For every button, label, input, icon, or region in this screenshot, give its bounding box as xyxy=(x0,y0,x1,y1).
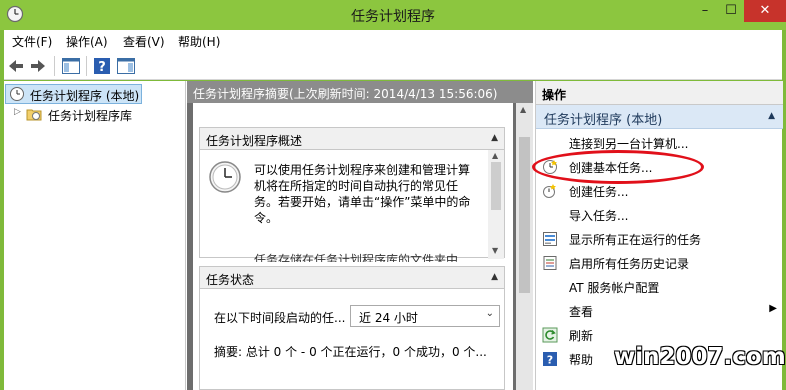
svg-text:?: ? xyxy=(547,354,553,367)
running-tasks-icon xyxy=(543,232,557,246)
section-title: 任务计划程序概述 xyxy=(206,134,303,148)
status-filter-label: 在以下时间段启动的任... xyxy=(214,311,346,325)
clock-icon xyxy=(10,87,24,101)
overview-text-more: 任务存储在任务计划程序库的文件夹中 xyxy=(254,253,459,262)
scrollbar-thumb[interactable] xyxy=(519,137,530,293)
collapse-caret-icon[interactable]: ▲ xyxy=(491,272,498,282)
action-label: AT 服务帐户配置 xyxy=(569,281,660,295)
toolbar-separator xyxy=(54,56,55,76)
summary-header: 任务计划程序摘要(上次刷新时间: 2014/4/13 15:56:06) xyxy=(187,81,533,103)
overview-text: 可以使用任务计划程序来创建和管理计算机将在所指定的时间自动执行的常见任务。若要开… xyxy=(254,163,471,225)
menu-bar: 文件(F) 操作(A) 查看(V) 帮助(H) xyxy=(4,30,782,52)
maximize-button[interactable]: ☐ xyxy=(718,0,744,22)
action-label: 查看 xyxy=(569,305,594,319)
window-title: 任务计划程序 xyxy=(351,9,435,25)
time-range-value: 近 24 小时 xyxy=(359,311,418,325)
action-import-task[interactable]: 导入任务... xyxy=(536,203,783,227)
tree-item-task-library[interactable]: ▷ 任务计划程序库 xyxy=(4,104,184,124)
action-label: 显示所有正在运行的任务 xyxy=(569,233,702,247)
menu-view[interactable]: 查看(V) xyxy=(123,33,165,50)
watermark: win2007.com xyxy=(614,344,786,370)
toolbar-separator xyxy=(86,56,87,76)
scroll-down-icon[interactable]: ▼ xyxy=(492,246,498,255)
scroll-up-icon[interactable]: ▲ xyxy=(492,151,498,160)
task-status-section: 任务状态 ▲ 在以下时间段启动的任... 近 24 小时 ⌄ 摘要: 总计 0 … xyxy=(199,266,505,390)
expand-arrow-icon[interactable]: ▷ xyxy=(14,107,21,117)
action-label: 帮助 xyxy=(569,353,594,367)
task-status-section-header[interactable]: 任务状态 ▲ xyxy=(200,267,504,289)
overview-section-header[interactable]: 任务计划程序概述 ▲ xyxy=(200,128,504,150)
action-label: 刷新 xyxy=(569,329,594,343)
summary-body: 任务计划程序概述 ▲ 可以使用任务计划程序来创建和管理计算机将在所指定的时间自动… xyxy=(193,103,513,390)
show-hide-action-pane-icon[interactable] xyxy=(116,56,136,76)
chevron-down-icon: ⌄ xyxy=(485,308,494,319)
overview-scrollbar[interactable]: ▲ ▼ xyxy=(488,150,504,259)
toolbar: ? xyxy=(4,52,782,80)
action-label: 创建任务... xyxy=(569,185,629,199)
collapse-caret-icon[interactable]: ▲ xyxy=(768,111,775,121)
action-enable-task-history[interactable]: 启用所有任务历史记录 xyxy=(536,251,783,275)
title-bar: 任务计划程序 – ☐ ✕ xyxy=(0,0,786,30)
section-title: 任务状态 xyxy=(206,273,255,287)
clock-icon xyxy=(209,161,241,193)
tree-item-local-scheduler[interactable]: 任务计划程序 (本地) xyxy=(5,84,142,104)
forward-arrow-icon[interactable] xyxy=(28,56,48,76)
status-summary: 摘要: 总计 0 个 - 0 个正在运行，0 个成功，0 个... xyxy=(214,345,487,359)
actions-group-header[interactable]: 任务计划程序 (本地) ▲ xyxy=(536,105,783,129)
actions-header: 操作 xyxy=(536,81,783,105)
tree-item-label: 任务计划程序 (本地) xyxy=(30,89,140,103)
actions-group-title: 任务计划程序 (本地) xyxy=(544,113,663,128)
action-label: 导入任务... xyxy=(569,209,629,223)
close-button[interactable]: ✕ xyxy=(744,0,786,22)
action-create-task[interactable]: 创建任务... xyxy=(536,179,783,203)
action-label: 启用所有任务历史记录 xyxy=(569,257,690,271)
help-icon: ? xyxy=(543,352,557,367)
refresh-icon xyxy=(542,327,558,343)
folder-clock-icon xyxy=(26,109,42,121)
action-view[interactable]: 查看 ▶ xyxy=(536,299,783,323)
collapse-caret-icon[interactable]: ▲ xyxy=(491,133,498,143)
back-arrow-icon[interactable] xyxy=(6,56,26,76)
summary-pane: 任务计划程序摘要(上次刷新时间: 2014/4/13 15:56:06) 任务计… xyxy=(187,81,533,390)
task-history-icon xyxy=(543,256,557,270)
scrollbar-thumb[interactable] xyxy=(491,162,501,210)
svg-text:?: ? xyxy=(98,60,106,75)
scroll-up-icon[interactable]: ▲ xyxy=(520,105,526,114)
menu-file[interactable]: 文件(F) xyxy=(12,33,52,50)
create-task-icon xyxy=(543,184,556,198)
tree-item-label: 任务计划程序库 xyxy=(48,109,133,123)
action-at-service-config[interactable]: AT 服务帐户配置 xyxy=(536,275,783,299)
menu-action[interactable]: 操作(A) xyxy=(66,33,108,50)
help-icon[interactable]: ? xyxy=(92,56,112,76)
time-range-select[interactable]: 近 24 小时 ⌄ xyxy=(350,305,500,327)
action-show-running-tasks[interactable]: 显示所有正在运行的任务 xyxy=(536,227,783,251)
menu-help[interactable]: 帮助(H) xyxy=(178,33,220,50)
minimize-button[interactable]: – xyxy=(692,0,718,22)
submenu-arrow-icon: ▶ xyxy=(769,303,777,314)
highlight-ellipse xyxy=(532,150,704,184)
console-tree: 任务计划程序 (本地) ▷ 任务计划程序库 xyxy=(4,81,186,390)
show-hide-console-tree-icon[interactable] xyxy=(61,56,81,76)
overview-section: 任务计划程序概述 ▲ 可以使用任务计划程序来创建和管理计算机将在所指定的时间自动… xyxy=(199,127,505,262)
